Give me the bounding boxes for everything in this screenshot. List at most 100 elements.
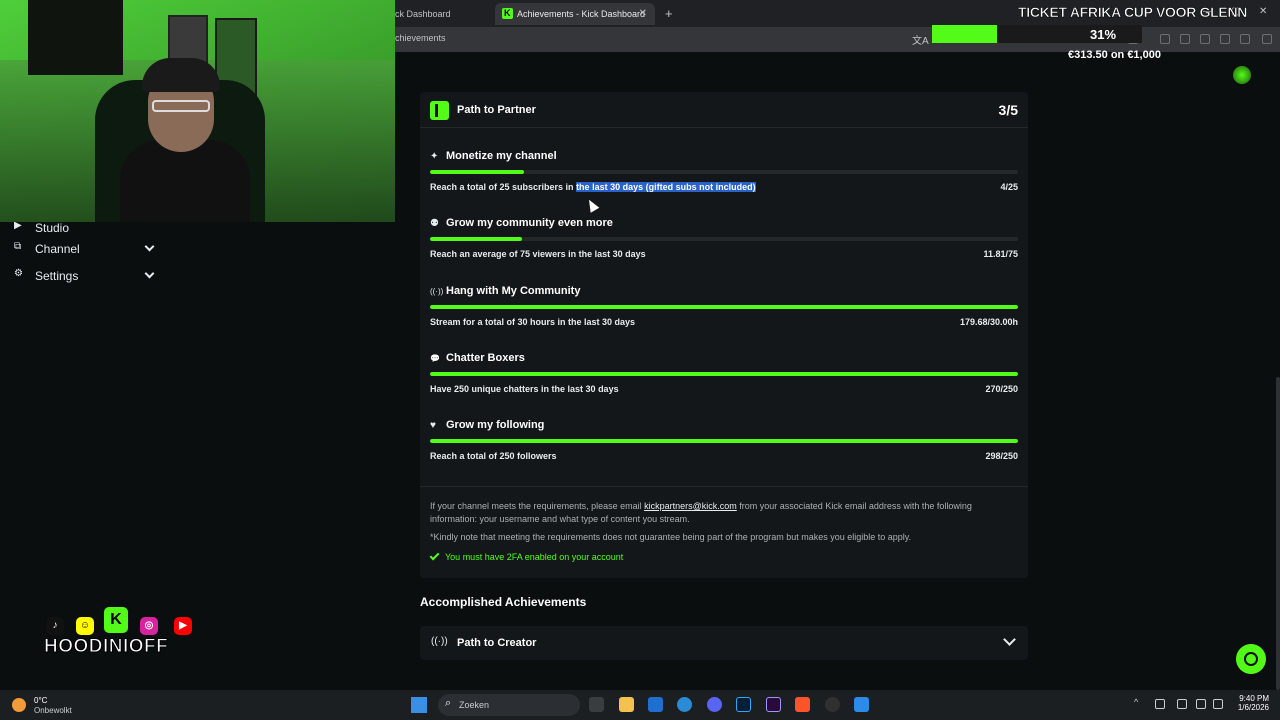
instagram-icon: ◎ (140, 617, 158, 635)
wifi-icon[interactable] (1196, 699, 1206, 709)
app-icon[interactable] (854, 697, 869, 712)
sidebar-icon[interactable] (1180, 34, 1190, 44)
weather-icon (12, 698, 26, 712)
brave-rewards-icon[interactable] (1220, 34, 1230, 44)
heart-icon: ♥ (430, 420, 436, 431)
achievement-title: Hang with My Community (446, 285, 581, 297)
weather-temp: 0°C (34, 696, 48, 705)
sidebar-item-settings[interactable]: ⚙ Settings (0, 264, 175, 288)
premiere-icon[interactable] (766, 697, 781, 712)
brave-icon[interactable] (795, 697, 810, 712)
achievement-desc: Reach an average of 75 viewers in the la… (430, 249, 646, 259)
tab-dashboard[interactable]: ck Dashboard (395, 3, 495, 25)
main-content: Path to Partner 3/5 ✦ Monetize my channe… (395, 52, 1280, 690)
achievement-desc: Have 250 unique chatters in the last 30 … (430, 384, 619, 394)
weather-widget[interactable]: 0°C Onbewolkt (12, 694, 82, 716)
achievement-value: 4/25 (1000, 182, 1018, 192)
snapchat-icon: ☺ (76, 617, 94, 635)
divider (420, 486, 1028, 487)
card-progress: 3/5 (998, 102, 1018, 118)
network-icon[interactable] (1155, 699, 1165, 709)
achievement-grow-community: ⚉ Grow my community even more Reach an a… (430, 216, 1018, 276)
windows-start-icon[interactable] (411, 697, 427, 713)
sidebar-item-channel[interactable]: ⧉ Channel (0, 237, 175, 261)
menu-icon[interactable] (1262, 34, 1272, 44)
bookmark-icon[interactable] (1160, 34, 1170, 44)
achievement-desc: Reach a total of 25 subscribers in the l… (430, 182, 756, 192)
photoshop-icon[interactable] (736, 697, 751, 712)
webcam-glasses (152, 100, 210, 112)
broadcast-icon: ((·)) (431, 636, 448, 647)
close-window-icon[interactable]: ✕ (1259, 6, 1267, 17)
check-icon (429, 550, 440, 561)
achievement-desc: Stream for a total of 30 hours in the la… (430, 317, 636, 327)
achievement-desc: Reach a total of 250 followers (430, 451, 557, 461)
requirement-2fa: You must have 2FA enabled on your accoun… (429, 550, 624, 562)
achievement-value: 11.81/75 (983, 249, 1018, 259)
clock-date: 1/6/2026 (1237, 703, 1269, 712)
achievement-title: Grow my community even more (446, 217, 613, 229)
path-to-creator-row[interactable]: ((·)) Path to Creator (420, 626, 1028, 660)
chevron-down-icon[interactable] (144, 241, 155, 252)
partner-info-text: If your channel meets the requirements, … (430, 500, 1020, 526)
community-icon: ⚉ (430, 218, 439, 229)
achievement-value: 270/250 (985, 384, 1018, 394)
close-tab-icon[interactable]: ✕ (639, 3, 647, 25)
tabs-icon[interactable] (1200, 34, 1210, 44)
streamer-name: HOODINIOFF (43, 636, 169, 658)
progress-fill (430, 439, 1018, 443)
goal-amount: €313.50 on €1,000 (1068, 49, 1161, 61)
weather-desc: Onbewolkt (34, 706, 72, 715)
volume-icon[interactable] (1213, 699, 1223, 709)
shield-icon[interactable] (1240, 34, 1250, 44)
support-chat-button[interactable] (1236, 644, 1266, 674)
taskbar-search[interactable]: ⌕ Zoeken (438, 694, 580, 716)
avatar[interactable] (1233, 66, 1251, 84)
achievement-hang-community: ((·)) Hang with My Community Stream for … (430, 284, 1018, 344)
tab-achievements[interactable]: Achievements - Kick Dashboard ✕ (495, 2, 655, 25)
clock-time: 9:40 PM (1239, 694, 1269, 703)
goal-percent: 31% (1090, 27, 1117, 42)
sidebar-item-label: Channel (35, 242, 80, 256)
obs-icon[interactable] (825, 697, 840, 712)
gear-icon: ⚙ (14, 268, 23, 279)
path-to-partner-card: Path to Partner 3/5 ✦ Monetize my channe… (420, 92, 1028, 578)
discord-icon[interactable] (707, 697, 722, 712)
edge-icon[interactable] (677, 697, 692, 712)
goal-title: TICKET AFRIKA CUP VOOR GLENN (1018, 4, 1248, 21)
tiktok-icon: ♪ (46, 617, 64, 635)
partner-email-link[interactable]: kickpartners@kick.com (644, 501, 737, 511)
progress-fill (430, 372, 1018, 376)
kick-favicon-icon (502, 2, 513, 24)
webcam-jersey (28, 0, 123, 75)
desc-selected-text: the last 30 days (gifted subs not includ… (576, 182, 756, 192)
tab-dashboard-label: ck Dashboard (395, 9, 451, 19)
file-explorer-icon[interactable] (619, 697, 634, 712)
requirement-text: You must have 2FA enabled on your accoun… (445, 552, 624, 562)
chevron-down-icon[interactable] (1003, 633, 1016, 646)
chevron-up-icon[interactable]: ^ (1134, 697, 1144, 707)
scrollbar[interactable] (1276, 377, 1280, 690)
desc-text: Reach a total of 25 subscribers in (430, 182, 577, 192)
taskbar-clock[interactable]: 9:40 PM 1/6/2026 (1225, 694, 1269, 712)
progress-fill (430, 237, 523, 241)
task-view-icon[interactable] (589, 697, 604, 712)
search-icon: ⌕ (445, 697, 452, 709)
new-tab-button[interactable]: + (665, 3, 673, 25)
translate-icon[interactable]: 文A (912, 32, 929, 47)
broadcast-icon: ((·)) (430, 287, 444, 296)
url-text: chievements (395, 33, 446, 43)
progress-fill (430, 170, 525, 174)
sidebar-item-label: Studio (35, 221, 70, 235)
search-placeholder: Zoeken (459, 700, 490, 710)
chat-bubble-icon: 💬 (430, 354, 440, 363)
store-icon[interactable] (648, 697, 663, 712)
achievement-value: 179.68/30.00h (959, 317, 1018, 327)
info-text-before: If your channel meets the requirements, … (430, 501, 645, 511)
chevron-down-icon[interactable] (144, 268, 155, 279)
channel-icon: ⧉ (14, 241, 22, 252)
achievement-value: 298/250 (985, 451, 1018, 461)
achievement-chatter-boxers: 💬 Chatter Boxers Have 250 unique chatter… (430, 351, 1018, 411)
webcam-person-body (120, 140, 250, 222)
microphone-icon[interactable] (1177, 699, 1187, 709)
